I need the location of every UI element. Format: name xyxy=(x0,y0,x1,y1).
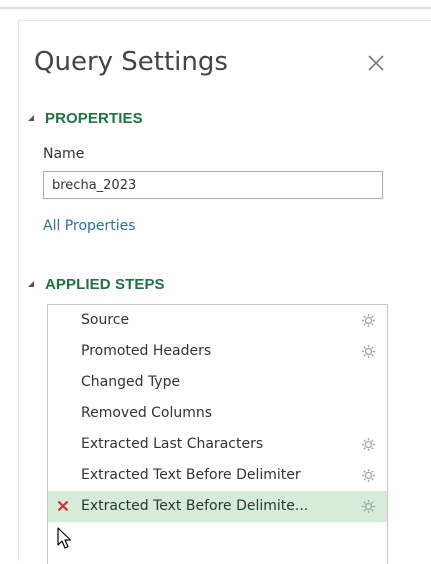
gear-icon[interactable] xyxy=(361,313,376,328)
applied-steps-header: APPLIED STEPS xyxy=(45,275,165,293)
properties-section-header[interactable]: PROPERTIES xyxy=(19,108,143,128)
step-label: Extracted Text Before Delimiter xyxy=(81,467,301,483)
step-label: Extracted Last Characters xyxy=(81,436,264,452)
gear-icon[interactable] xyxy=(361,499,376,514)
step-extracted-text-before-delimiter-selected[interactable]: Extracted Text Before Delimite... xyxy=(48,491,387,522)
step-label: Removed Columns xyxy=(81,405,213,421)
collapse-triangle-icon xyxy=(28,281,34,287)
step-label: Extracted Text Before Delimite... xyxy=(81,498,309,514)
step-promoted-headers[interactable]: Promoted Headers xyxy=(48,336,387,367)
gear-icon[interactable] xyxy=(361,344,376,359)
name-label: Name xyxy=(43,146,85,162)
gear-icon[interactable] xyxy=(361,468,376,483)
applied-steps-list: Source Promoted Headers Changed Type Rem… xyxy=(47,304,388,564)
step-extracted-last-characters[interactable]: Extracted Last Characters xyxy=(48,429,387,460)
step-source[interactable]: Source xyxy=(48,305,387,336)
query-settings-panel: Query Settings PROPERTIES Name All Prope… xyxy=(18,20,431,564)
collapse-triangle-icon xyxy=(28,115,34,121)
properties-header: PROPERTIES xyxy=(45,109,143,127)
step-label: Source xyxy=(81,312,130,328)
close-button[interactable] xyxy=(361,48,391,78)
panel-title: Query Settings xyxy=(34,47,228,77)
name-field[interactable] xyxy=(43,171,383,199)
step-label: Changed Type xyxy=(81,374,181,390)
top-divider xyxy=(0,7,431,9)
all-properties-link[interactable]: All Properties xyxy=(43,218,136,234)
delete-x-icon[interactable] xyxy=(57,500,69,512)
step-extracted-text-before-delimiter[interactable]: Extracted Text Before Delimiter xyxy=(48,460,387,491)
step-removed-columns[interactable]: Removed Columns xyxy=(48,398,387,429)
applied-steps-section-header[interactable]: APPLIED STEPS xyxy=(19,274,165,294)
close-icon xyxy=(368,55,384,71)
gear-icon[interactable] xyxy=(361,437,376,452)
step-label: Promoted Headers xyxy=(81,343,212,359)
step-changed-type[interactable]: Changed Type xyxy=(48,367,387,398)
